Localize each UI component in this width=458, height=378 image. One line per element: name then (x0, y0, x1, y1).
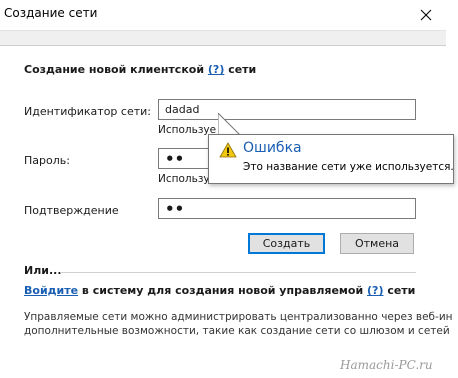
password-label: Пароль: (24, 154, 70, 167)
confirm-value: •• (165, 200, 185, 218)
tooltip-title: Ошибка (243, 140, 302, 156)
signin-text: в систему для создания новой управляемой (81, 284, 364, 297)
network-id-input[interactable]: dadad (158, 99, 416, 120)
signin-help-link[interactable]: (?) (367, 284, 383, 297)
signin-suffix: сети (387, 284, 416, 297)
network-id-value: dadad (165, 103, 200, 116)
create-button[interactable]: Создать (248, 233, 325, 254)
tooltip-tail (218, 113, 242, 136)
confirm-password-input[interactable]: •• (158, 198, 416, 219)
help-link[interactable]: (?) (208, 63, 224, 76)
title-bar: Создание сети (0, 0, 458, 31)
signin-line: Войдите в систему для создания новой упр… (24, 284, 415, 297)
cancel-button[interactable]: Отмена (340, 233, 414, 254)
signin-link[interactable]: Войдите (24, 284, 78, 297)
close-button[interactable] (406, 0, 446, 30)
or-label: Или... (24, 264, 62, 277)
error-tooltip: Ошибка Это название сети уже используетс… (208, 134, 454, 184)
description-line-2: дополнительные возможности, такие как со… (24, 325, 450, 337)
section-title-text: Создание новой клиентской (24, 63, 205, 76)
section-title: Создание новой клиентской (?) сети (24, 63, 256, 76)
warning-icon (219, 142, 237, 158)
description-line-1: Управляемые сети можно администрировать … (24, 311, 453, 323)
network-id-label: Идентификатор сети: (24, 105, 151, 118)
window-title: Создание сети (4, 6, 98, 20)
password-value: •• (165, 150, 185, 168)
section-title-suffix: сети (228, 63, 257, 76)
close-icon (420, 9, 432, 21)
tooltip-message: Это название сети уже используется. (243, 161, 454, 173)
watermark: Hamachi-PC.ru (340, 358, 433, 372)
divider (60, 272, 416, 273)
create-network-dialog: Создание сети Создание новой клиентской … (0, 0, 458, 378)
confirm-label: Подтверждение (24, 204, 119, 217)
